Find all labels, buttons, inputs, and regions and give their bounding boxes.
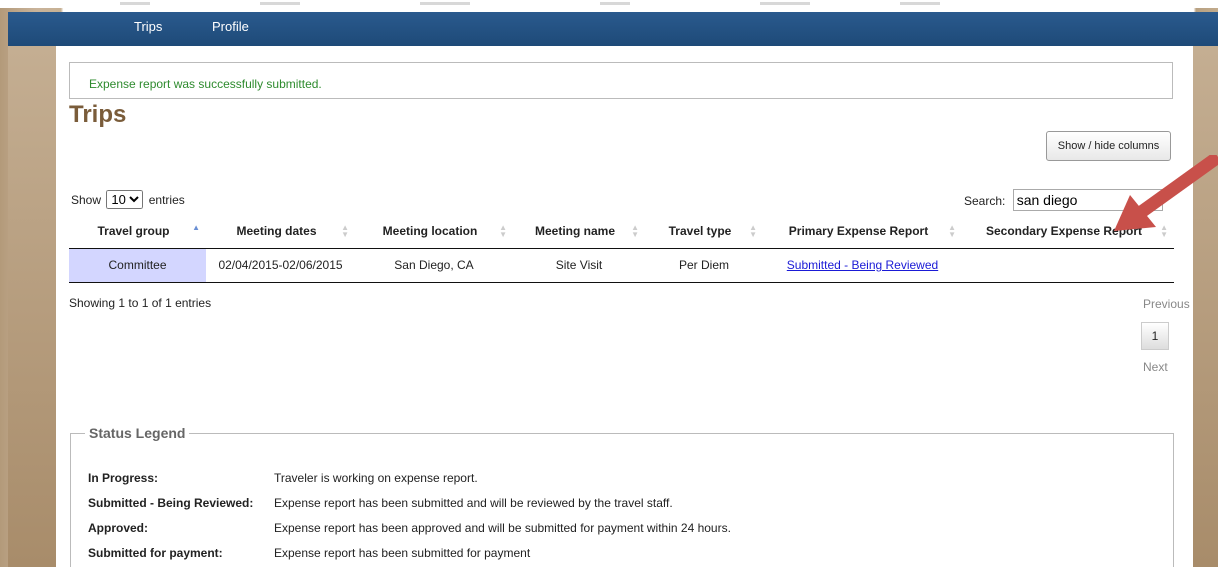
column-meeting-dates[interactable]: Meeting dates ▲ ▼ <box>206 214 355 249</box>
cell-primary-expense-report: Submitted - Being Reviewed <box>763 248 962 283</box>
search-label: Search: <box>964 194 1006 208</box>
sort-icon: ▲ ▼ <box>341 223 349 239</box>
column-secondary-expense-report[interactable]: Secondary Expense Report ▲ ▼ <box>962 214 1174 249</box>
nav-profile[interactable]: Profile <box>212 19 249 34</box>
cell-secondary-expense-report <box>962 248 1174 283</box>
cell-travel-type: Per Diem <box>645 248 763 283</box>
trips-table: Travel group ▲ Meeting dates ▲ ▼ Meeting lo… <box>69 214 1174 283</box>
cell-meeting-name: Site Visit <box>513 248 645 283</box>
legend-row: Submitted for payment: Expense report has… <box>88 546 531 560</box>
legend-row: Approved: Expense report has been approve… <box>88 521 731 535</box>
top-navbar: Trips Profile <box>8 12 1218 46</box>
entries-length-control: Show 10 entries <box>71 190 185 209</box>
column-meeting-name[interactable]: Meeting name ▲ ▼ <box>513 214 645 249</box>
nav-trips[interactable]: Trips <box>134 19 162 34</box>
column-travel-group[interactable]: Travel group ▲ <box>69 214 206 249</box>
pagination-next[interactable]: Next <box>1143 360 1168 374</box>
sort-asc-icon: ▲ <box>192 223 200 232</box>
column-meeting-location[interactable]: Meeting location ▲ ▼ <box>355 214 513 249</box>
background-right <box>1193 46 1218 567</box>
table-info: Showing 1 to 1 of 1 entries <box>69 296 212 310</box>
pagination-page-1[interactable]: 1 <box>1141 322 1169 350</box>
status-legend: Status Legend In Progress: Traveler is wo… <box>70 425 1174 567</box>
success-alert: Expense report was successfully submitte… <box>69 62 1173 99</box>
entries-select[interactable]: 10 <box>106 190 144 209</box>
column-travel-type[interactable]: Travel type ▲ ▼ <box>645 214 763 249</box>
page-title: Trips <box>69 101 127 128</box>
top-strip <box>0 0 1218 8</box>
legend-row: Submitted - Being Reviewed: Expense repor… <box>88 496 673 510</box>
cell-meeting-location: San Diego, CA <box>355 248 513 283</box>
entries-label: entries <box>148 193 185 207</box>
show-label: Show <box>71 193 102 207</box>
background-left <box>8 46 56 567</box>
cell-meeting-dates: 02/04/2015-02/06/2015 <box>206 248 355 283</box>
search-input[interactable] <box>1012 189 1163 211</box>
cell-travel-group: Committee <box>69 248 206 283</box>
status-legend-title: Status Legend <box>89 425 186 441</box>
table-row: Committee 02/04/2015-02/06/2015 San Dieg… <box>69 248 1174 283</box>
search-control: Search: <box>964 189 1163 211</box>
column-primary-expense-report[interactable]: Primary Expense Report ▲ ▼ <box>763 214 962 249</box>
show-hide-columns-button[interactable]: Show / hide columns <box>1046 131 1171 161</box>
pagination-previous[interactable]: Previous <box>1143 297 1190 311</box>
sort-icon: ▲ ▼ <box>948 223 956 239</box>
sort-icon: ▲ ▼ <box>749 223 757 239</box>
primary-report-link[interactable]: Submitted - Being Reviewed <box>787 258 938 272</box>
sort-icon: ▲ ▼ <box>631 223 639 239</box>
sort-icon: ▲ ▼ <box>499 223 507 239</box>
sort-icon: ▲ ▼ <box>1160 223 1168 239</box>
legend-row: In Progress: Traveler is working on expen… <box>88 471 478 485</box>
